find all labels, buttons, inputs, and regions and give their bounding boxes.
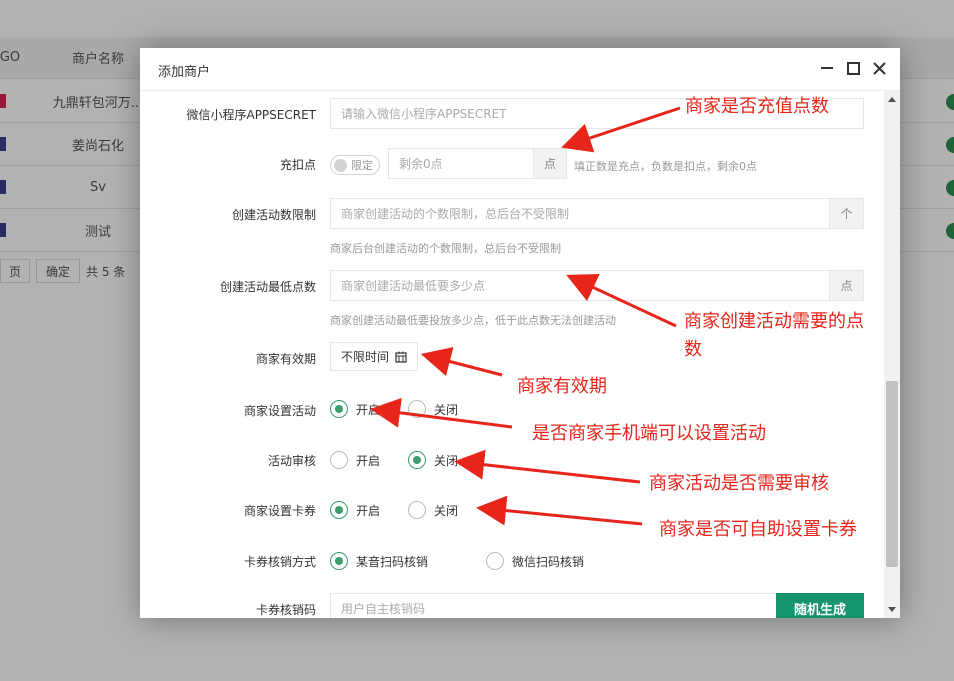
dialog-scrollbar[interactable] — [884, 91, 900, 618]
activity-review-label: 活动审核 — [267, 454, 316, 468]
annotation-min-points-line2: 数 — [684, 339, 702, 360]
option-label: 微信扫码核销 — [512, 554, 585, 569]
random-generate-button[interactable]: 随机生成 — [776, 593, 864, 618]
activity-limit-input[interactable]: 商家创建活动的个数限制，总后台不受限制 — [330, 198, 830, 229]
dialog-title: 添加商户 — [158, 65, 211, 80]
scroll-thumb[interactable] — [886, 381, 898, 567]
coupon-verify-method-radio-group: 某音扫码核销 微信扫码核销 — [330, 552, 584, 570]
close-button[interactable] — [872, 60, 886, 76]
min-points-label: 创建活动最低点数 — [219, 280, 316, 294]
set-coupon-option-on[interactable]: 开启 — [330, 501, 408, 519]
recharge-unit: 点 — [533, 148, 567, 179]
coupon-verify-option-douyin[interactable]: 某音扫码核销 — [330, 552, 486, 570]
coupon-verify-option-wechat[interactable]: 微信扫码核销 — [486, 552, 584, 570]
recharge-hint: 填正数是充点，负数是扣点，剩余0点 — [574, 160, 757, 173]
annotation-coupon: 商家是否可自助设置卡券 — [659, 519, 857, 540]
option-label: 开启 — [356, 453, 381, 468]
dialog-header: 添加商户 — [140, 48, 900, 91]
option-label: 某音扫码核销 — [356, 554, 429, 569]
close-icon — [872, 61, 886, 75]
activity-review-radio-group: 开启 关闭 — [330, 451, 458, 469]
maximize-button[interactable] — [846, 60, 860, 76]
scroll-down-icon[interactable] — [888, 607, 896, 612]
set-coupon-radio-group: 开启 关闭 — [330, 501, 458, 519]
set-activity-option-on[interactable]: 开启 — [330, 400, 408, 418]
validity-label: 商家有效期 — [255, 352, 316, 366]
radio-checked-icon — [408, 451, 426, 469]
annotation-set-activity: 是否商家手机端可以设置活动 — [532, 423, 766, 444]
radio-checked-icon — [330, 552, 348, 570]
coupon-verify-code-input[interactable]: 用户自主核销码 — [330, 593, 778, 618]
set-activity-radio-group: 开启 关闭 — [330, 400, 458, 418]
radio-unchecked-icon — [408, 400, 426, 418]
activity-limit-hint: 商家后台创建活动的个数限制，总后台不受限制 — [330, 242, 561, 255]
option-label: 开启 — [356, 503, 381, 518]
recharge-label: 充扣点 — [279, 158, 316, 172]
radio-unchecked-icon — [408, 501, 426, 519]
option-label: 关闭 — [434, 453, 459, 468]
validity-date-picker[interactable]: 不限时间 — [330, 342, 419, 371]
radio-unchecked-icon — [486, 552, 504, 570]
recharge-limit-toggle[interactable]: 限定 — [330, 155, 380, 175]
validity-value: 不限时间 — [341, 350, 390, 364]
set-coupon-label: 商家设置卡券 — [243, 504, 316, 518]
appsecret-label: 微信小程序APPSECRET — [186, 108, 316, 122]
annotation-review: 商家活动是否需要审核 — [649, 473, 829, 494]
coupon-verify-code-label: 卡券核销码 — [255, 603, 316, 617]
activity-limit-unit: 个 — [829, 198, 864, 229]
minimize-button[interactable] — [820, 60, 834, 76]
min-points-input[interactable]: 商家创建活动最低要多少点 — [330, 270, 830, 301]
radio-checked-icon — [330, 501, 348, 519]
activity-review-option-off[interactable]: 关闭 — [408, 451, 458, 469]
radio-checked-icon — [330, 400, 348, 418]
minimize-icon — [821, 67, 833, 69]
option-label: 开启 — [356, 402, 381, 417]
recharge-input[interactable]: 剩余0点 — [388, 148, 534, 179]
min-points-hint: 商家创建活动最低要投放多少点，低于此点数无法创建活动 — [330, 314, 616, 327]
option-label: 关闭 — [434, 503, 459, 518]
set-activity-label: 商家设置活动 — [243, 404, 316, 418]
scroll-up-icon[interactable] — [888, 97, 896, 102]
coupon-verify-method-label: 卡券核销方式 — [243, 555, 316, 569]
option-label: 关闭 — [434, 402, 459, 417]
annotation-validity: 商家有效期 — [517, 376, 607, 397]
annotation-min-points-line1: 商家创建活动需要的点 — [684, 311, 864, 332]
toggle-knob — [334, 158, 347, 172]
set-coupon-option-off[interactable]: 关闭 — [408, 501, 458, 519]
annotation-recharge: 商家是否充值点数 — [685, 96, 829, 117]
min-points-unit: 点 — [829, 270, 864, 301]
activity-review-option-on[interactable]: 开启 — [330, 451, 408, 469]
calendar-icon — [395, 351, 407, 363]
radio-unchecked-icon — [330, 451, 348, 469]
activity-limit-label: 创建活动数限制 — [231, 208, 316, 222]
maximize-icon — [846, 61, 860, 75]
set-activity-option-off[interactable]: 关闭 — [408, 400, 458, 418]
toggle-label: 限定 — [351, 159, 373, 172]
